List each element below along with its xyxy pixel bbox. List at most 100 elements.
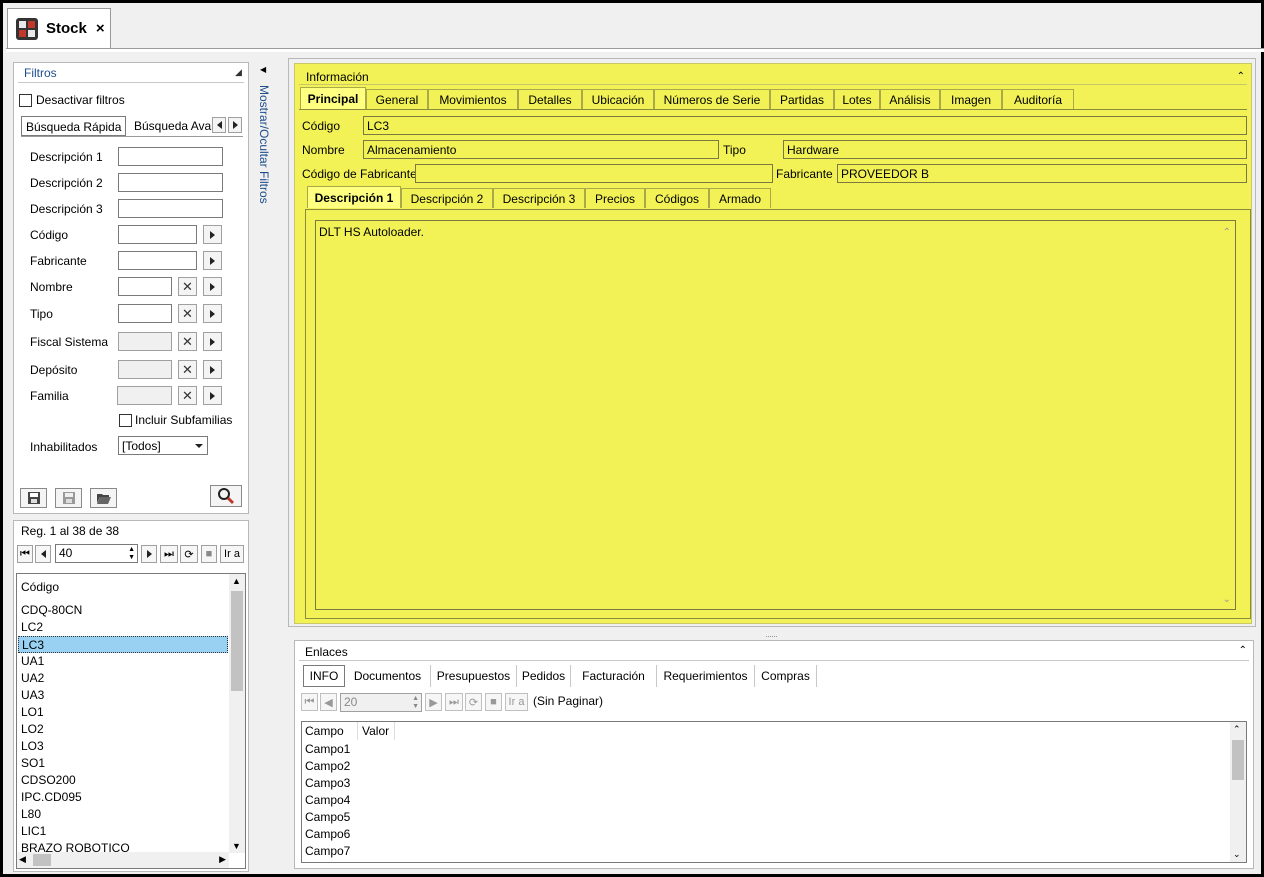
manufacturer-input[interactable] — [118, 251, 197, 270]
results-list[interactable]: Código CDQ-80CN LC2 LC3 UA1 UA2 UA3 LO1 LO2 LO3 S… — [16, 573, 246, 869]
open-filter-button[interactable] — [90, 488, 117, 508]
type-input[interactable] — [118, 304, 172, 323]
goto-button[interactable]: Ir a — [220, 545, 244, 563]
desc2-input[interactable] — [118, 173, 223, 192]
type-go-button[interactable] — [203, 304, 222, 323]
family-go-button[interactable] — [203, 386, 222, 405]
column-header-value[interactable]: Valor — [362, 724, 389, 738]
table-row[interactable]: Campo5 — [305, 810, 350, 824]
scroll-down-icon[interactable]: ▼ — [232, 841, 241, 851]
list-item[interactable]: LO2 — [18, 721, 228, 738]
links-tab-2[interactable]: Presupuestos — [431, 665, 517, 687]
scroll-up-icon[interactable]: ⌃ — [1233, 724, 1241, 735]
links-tab-6[interactable]: Compras — [755, 665, 817, 687]
scroll-down-icon[interactable]: ⌄ — [1223, 594, 1231, 605]
next-page-button[interactable] — [141, 545, 157, 563]
horizontal-scrollbar[interactable]: ◀ ▶ — [17, 852, 229, 868]
links-tab-5[interactable]: Requerimientos — [657, 665, 755, 687]
links-tab-3[interactable]: Pedidos — [517, 665, 571, 687]
code-field[interactable]: LC3 — [363, 116, 1247, 135]
tab-1[interactable]: General — [366, 89, 428, 109]
tab-4[interactable]: Ubicación — [582, 89, 654, 109]
list-item[interactable]: CDSO200 — [18, 772, 228, 789]
tab-5[interactable]: Números de Serie — [654, 89, 770, 109]
column-header-field[interactable]: Campo — [305, 724, 344, 738]
first-page-button[interactable]: ⏮ — [17, 545, 33, 563]
clear-icon[interactable]: ✕ — [178, 386, 197, 405]
manufacturer-code-field[interactable] — [415, 164, 773, 183]
page-size-input[interactable]: 20 ▲ ▼ — [340, 693, 422, 712]
subtab-0[interactable]: Descripción 1 — [307, 186, 401, 208]
tab-10[interactable]: Auditoría — [1002, 89, 1074, 109]
links-tab-4[interactable]: Facturación — [571, 665, 657, 687]
list-item[interactable]: LO3 — [18, 738, 228, 755]
stop-icon[interactable]: ■ — [201, 545, 217, 563]
name-go-button[interactable] — [203, 277, 222, 296]
list-item[interactable]: UA3 — [18, 687, 228, 704]
collapse-icon[interactable]: ◢ — [235, 67, 242, 78]
prev-page-button[interactable]: ◀ — [320, 693, 337, 711]
scroll-up-icon[interactable]: ⌃ — [1223, 227, 1231, 238]
tab-3[interactable]: Detalles — [518, 89, 582, 109]
page-size-input[interactable]: 40 ▲ ▼ — [55, 544, 138, 563]
table-row[interactable]: Campo3 — [305, 776, 350, 790]
links-tab-1[interactable]: Documentos — [345, 665, 431, 687]
first-page-button[interactable]: ⏮ — [301, 693, 318, 711]
subtab-5[interactable]: Armado — [709, 188, 771, 208]
scroll-up-icon[interactable]: ▲ — [232, 576, 241, 586]
description-textarea[interactable]: DLT HS Autoloader. ⌃ ⌄ — [315, 220, 1236, 610]
tab-2[interactable]: Movimientos — [428, 89, 518, 109]
list-item[interactable]: SO1 — [18, 755, 228, 772]
list-item[interactable]: CDQ-80CN — [18, 602, 228, 619]
tab-scroll-right-button[interactable] — [228, 117, 242, 133]
refresh-icon[interactable]: ⟳ — [465, 693, 482, 711]
vertical-scrollbar[interactable]: ▲ ▼ — [229, 574, 245, 853]
tab-0[interactable]: Principal — [300, 87, 366, 109]
scroll-thumb[interactable] — [33, 854, 51, 866]
desc3-input[interactable] — [118, 199, 223, 218]
links-grid[interactable]: Campo Valor Campo1 Campo2 Campo3 Campo4 Camp… — [301, 721, 1247, 863]
document-tab-stock[interactable]: Stock × — [7, 8, 111, 48]
disabled-select[interactable]: [Todos] — [118, 436, 208, 455]
include-subfamilies-checkbox[interactable] — [119, 414, 132, 427]
disable-filters-checkbox[interactable] — [19, 94, 32, 107]
list-item[interactable]: L80 — [18, 806, 228, 823]
save-filter-button[interactable] — [20, 488, 47, 508]
scroll-thumb[interactable] — [1232, 740, 1244, 780]
table-row[interactable]: Campo1 — [305, 742, 350, 756]
close-icon[interactable]: × — [96, 20, 105, 37]
family-input[interactable] — [117, 386, 172, 405]
refresh-icon[interactable]: ⟳ — [180, 545, 198, 563]
name-input[interactable] — [118, 277, 172, 296]
next-page-button[interactable]: ▶ — [425, 693, 442, 711]
column-header-code[interactable]: Código — [18, 579, 228, 596]
scroll-left-icon[interactable]: ◀ — [19, 854, 26, 865]
toggle-filters-label[interactable]: Mostrar/Ocultar Filtros — [257, 85, 271, 204]
spinner-icon[interactable]: ▲ ▼ — [412, 695, 419, 711]
list-item[interactable]: IPC.CD095 — [18, 789, 228, 806]
save-as-filter-button[interactable] — [55, 488, 82, 508]
goto-button[interactable]: Ir a — [505, 693, 528, 711]
list-item[interactable]: UA1 — [18, 653, 228, 670]
tab-scroll-left-button[interactable] — [212, 117, 226, 133]
scroll-down-icon[interactable]: ⌄ — [1233, 849, 1241, 860]
last-page-button[interactable]: ⏭ — [160, 545, 178, 563]
collapse-up-icon[interactable]: ⌃ — [1237, 71, 1245, 82]
collapse-up-icon[interactable]: ⌃ — [1239, 645, 1247, 656]
table-row[interactable]: Campo2 — [305, 759, 350, 773]
subtab-1[interactable]: Descripción 2 — [401, 188, 493, 208]
toggle-filters-strip[interactable]: ◀ Mostrar/Ocultar Filtros — [255, 59, 277, 872]
tab-7[interactable]: Lotes — [834, 89, 880, 109]
tab-9[interactable]: Imagen — [940, 89, 1002, 109]
list-item[interactable]: LIC1 — [18, 823, 228, 840]
clear-icon[interactable]: ✕ — [178, 332, 197, 351]
subtab-4[interactable]: Códigos — [645, 188, 709, 208]
manufacturer-field[interactable]: PROVEEDOR B — [837, 164, 1247, 183]
last-page-button[interactable]: ⏭ — [445, 693, 463, 711]
code-input[interactable] — [118, 225, 197, 244]
type-field[interactable]: Hardware — [783, 140, 1247, 159]
spinner-icon[interactable]: ▲ ▼ — [128, 546, 135, 562]
table-row[interactable]: Campo7 — [305, 844, 350, 858]
scroll-thumb[interactable] — [231, 591, 243, 691]
tab-8[interactable]: Análisis — [880, 89, 940, 109]
